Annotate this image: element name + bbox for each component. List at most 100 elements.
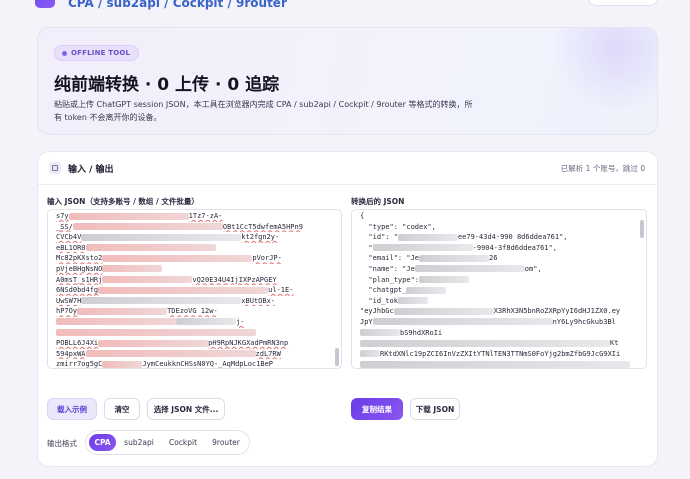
output-line-end: ee79-43d4-990 8d6ddea761", xyxy=(457,233,568,242)
input-line-start: _SS/ xyxy=(56,222,73,231)
redacted-block xyxy=(81,297,242,305)
redacted-block xyxy=(419,254,490,262)
input-code-line: POBLL6J4Xi pH9RpNJKGXadPmRN3np xyxy=(56,338,331,349)
format-label: 输出格式 xyxy=(47,439,77,448)
output-code-line: "eyJhbGc X3RhX3N5bnRoZXRpYyI6dHJ1ZX0.ey xyxy=(360,306,636,317)
input-line-end: vQ20E34U4IjIXPzAPGEY xyxy=(192,275,277,284)
input-code-line: zmirr7og5gC JymCeukknCHSsN0YQ-_AqMdpLoc1B… xyxy=(56,359,331,369)
output-code-line: "name": "Je om", xyxy=(360,264,636,275)
redacted-block xyxy=(397,233,458,241)
panel-header: 输入 / 输出 已解析 1 个账号，跳过 0 xyxy=(38,152,657,185)
format-option-9router[interactable]: 9router xyxy=(206,434,246,451)
input-code-line: _SS/OBt1CcT5dwfemA5HPn9 xyxy=(56,222,331,233)
format-option-sub2api[interactable]: sub2api xyxy=(119,434,159,451)
load-sample-button[interactable]: 载入示例 xyxy=(47,398,97,420)
input-line-start: eBL1OR0 xyxy=(56,243,86,252)
input-code-line: eBL1OR0 xyxy=(56,243,331,254)
input-code-line: s7y 1Tz7-zA- xyxy=(56,211,331,222)
redacted-block xyxy=(176,318,236,326)
redacted-block xyxy=(102,276,193,284)
redacted-block xyxy=(81,233,242,241)
hero-card: OFFLINE TOOL 纯前端转换 · 0 上传 · 0 追踪 粘贴或上传 C… xyxy=(37,27,658,135)
input-code-line: UwSW7H xBUtOBx- xyxy=(56,296,331,307)
redacted-block xyxy=(360,339,610,347)
redacted-block xyxy=(102,265,163,273)
input-label: 输入 JSON（支持多账号 / 数组 / 文件批量） xyxy=(47,197,199,206)
input-line-start: Mc82pKXsto2 xyxy=(56,254,103,263)
redacted-block xyxy=(56,329,256,337)
input-code-line: hP7Oy TDEzoVG 12w- xyxy=(56,306,331,317)
output-line-end: om", xyxy=(524,264,542,273)
output-line-start: "chatgpt_ xyxy=(360,286,407,295)
input-line-end: 1Tz7-zA- xyxy=(188,212,223,220)
offline-tool-badge: OFFLINE TOOL xyxy=(54,45,140,61)
output-code-line: " -9904-3f8d6ddea761", xyxy=(360,243,636,254)
input-code-line: pVjeBHgNsNO xyxy=(56,264,331,275)
input-textarea[interactable]: s7y 1Tz7-zA- _SS/OBt1CcT5dwfemA5HPn9 CVCb4V… xyxy=(47,209,342,369)
input-code-line xyxy=(56,328,331,339)
redacted-block xyxy=(393,307,494,315)
page-description: 粘贴或上传 ChatGPT session JSON，本工具在浏览器内完成 CP… xyxy=(54,100,473,122)
input-line-end: TDEzoVG 12w- xyxy=(167,307,218,316)
output-line-start: { xyxy=(360,212,365,220)
output-code-line: { xyxy=(360,211,636,222)
output-line-start: " xyxy=(360,243,373,252)
input-line-start: A0msT_s1HRj xyxy=(56,275,103,284)
io-panel: 输入 / 输出 已解析 1 个账号，跳过 0 输入 JSON（支持多账号 / 数… xyxy=(37,151,658,467)
output-textarea[interactable]: { "type": "codex", "id": " ee79-43d4-990 … xyxy=(351,209,647,369)
format-option-cockpit[interactable]: Cockpit xyxy=(162,434,204,451)
clear-button[interactable]: 清空 xyxy=(104,398,140,420)
output-scrollbar[interactable] xyxy=(640,220,644,238)
panel-title: 输入 / 输出 xyxy=(68,165,114,175)
output-code-line: "type": "codex", xyxy=(360,222,636,233)
input-code-line: Mc82pKXsto2 pVorJP- xyxy=(56,253,331,264)
top-right-control[interactable] xyxy=(588,0,658,6)
redacted-block xyxy=(72,223,223,231)
badge-label: OFFLINE TOOL xyxy=(71,49,131,57)
redacted-block xyxy=(360,360,630,368)
choose-file-button[interactable]: 选择 JSON 文件... xyxy=(147,398,225,420)
parse-status: 已解析 1 个账号，跳过 0 xyxy=(560,164,645,173)
input-line-end: xBUtOBx- xyxy=(241,296,276,305)
top-bar: CPA / sub2api / Cockpit / 9router xyxy=(0,0,690,14)
output-code-line: RKtdXNlc19pZCI6InVzZXItYTNlTEN3TTNmS0FoY… xyxy=(360,349,636,360)
output-code-line: bS9hdXRoIi xyxy=(360,328,636,339)
input-line-start: CVCb4V xyxy=(56,233,82,242)
output-line-start: "name": "Je xyxy=(360,264,415,273)
input-code-line: 6NSd0bd4fg ul-1E- xyxy=(56,285,331,296)
input-line-end: pVorJP- xyxy=(252,254,282,263)
redacted-block xyxy=(85,244,216,252)
input-code-line: CVCb4V kt2fgn2y- xyxy=(56,232,331,243)
redacted-block xyxy=(102,254,253,262)
output-line-end: bS9hdXRoIi xyxy=(400,328,443,337)
redacted-block xyxy=(372,318,553,326)
panel-icon xyxy=(49,162,61,174)
input-scrollbar[interactable] xyxy=(335,348,339,366)
redacted-block xyxy=(56,318,176,326)
output-line-end: X3RhX3N5bnRoZXRpYyI6dHJ1ZX0.ey xyxy=(493,307,621,316)
app-logo-icon xyxy=(35,0,55,8)
download-json-button[interactable]: 下载 JSON xyxy=(410,398,460,420)
output-code-line: Kt xyxy=(360,338,636,349)
output-line-start: JpY xyxy=(360,317,373,326)
format-option-cpa[interactable]: CPA xyxy=(89,434,116,451)
redacted-block xyxy=(98,286,269,294)
input-line-end: j- xyxy=(236,317,245,326)
input-line-end: ul-1E- xyxy=(268,286,294,295)
copy-result-button[interactable]: 复制结果 xyxy=(351,398,403,420)
output-label: 转换后的 JSON xyxy=(351,197,405,206)
output-code-line: "chatgpt_ xyxy=(360,285,636,296)
redacted-block xyxy=(406,286,447,294)
page-title: 纯前端转换 · 0 上传 · 0 追踪 xyxy=(54,75,280,95)
redacted-block xyxy=(414,265,525,273)
input-line-start: zmirr7og5gC xyxy=(56,360,103,369)
input-line-start: hP7Oy xyxy=(56,307,78,316)
redacted-block xyxy=(98,339,209,347)
output-line-start: "id": " xyxy=(360,233,398,242)
redacted-block xyxy=(360,329,400,337)
input-line-end: pH9RpNJKGXadPmRN3np xyxy=(208,339,289,348)
output-code-line: "plan_type": xyxy=(360,275,636,286)
input-line-end: OBt1CcT5dwfemA5HPn9 xyxy=(222,222,303,231)
output-line-end: nY6Ly9hcGkub3Bl xyxy=(552,317,616,326)
input-line-start: UwSW7H xyxy=(56,296,82,305)
